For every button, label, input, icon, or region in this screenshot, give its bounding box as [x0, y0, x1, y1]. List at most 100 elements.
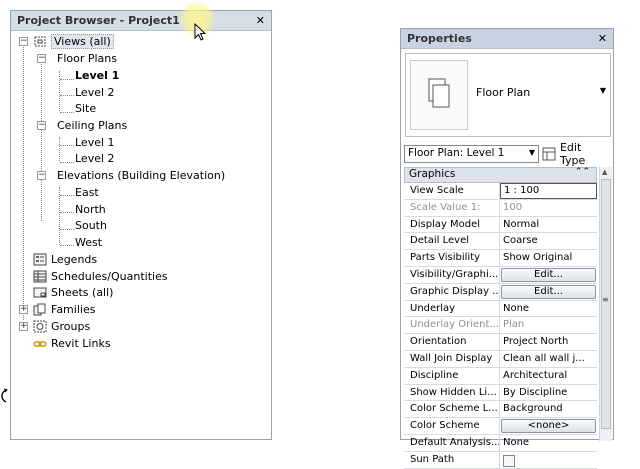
tree-label: Groups	[51, 319, 91, 333]
property-name: Display Model	[404, 216, 500, 233]
tree-item-ceiling-plans[interactable]: Ceiling Plans	[57, 117, 127, 133]
property-name: Graphic Display ...	[404, 283, 500, 300]
property-row[interactable]: View Scale 1 : 100	[404, 183, 597, 200]
tree-item-groups[interactable]: Groups	[33, 318, 90, 334]
visibility-graphics-edit-button[interactable]: Edit...	[501, 267, 596, 282]
property-row[interactable]: Parts Visibility Show Original	[404, 250, 597, 267]
tree-item-elevation-west[interactable]: West	[75, 234, 102, 250]
property-row[interactable]: Detail Level Coarse	[404, 233, 597, 251]
expand-icon[interactable]: +	[19, 305, 28, 314]
tree-item-ceiling-level-1[interactable]: Level 1	[75, 134, 115, 150]
property-value[interactable]: None	[500, 435, 597, 451]
close-icon[interactable]: ✕	[598, 32, 607, 45]
property-row[interactable]: Default Analysis... None	[404, 434, 597, 452]
property-value[interactable]: Show Original	[500, 250, 597, 266]
collapse-icon[interactable]: −	[37, 54, 46, 63]
property-value[interactable]: Project North	[500, 334, 597, 350]
tree-label: Site	[75, 101, 97, 115]
collapse-group-icon[interactable]: ⌃⌃	[575, 167, 590, 177]
property-row[interactable]: Discipline Architectural	[404, 367, 597, 385]
tree-connector	[60, 79, 74, 80]
families-icon	[33, 303, 46, 315]
property-name: Wall Join Display	[404, 350, 500, 367]
graphic-display-edit-button[interactable]: Edit...	[501, 284, 596, 299]
legends-icon	[33, 253, 47, 265]
tree-connector	[60, 245, 74, 246]
tree-connector	[59, 71, 60, 111]
group-header-graphics[interactable]: Graphics ⌃⌃	[404, 167, 597, 183]
tree-label: Level 2	[75, 151, 115, 165]
type-selector[interactable]: Floor Plan ▼	[405, 53, 611, 137]
instance-selector-dropdown[interactable]: Floor Plan: Level 1 ▼	[404, 145, 539, 163]
tree-item-floor-plan-level-1[interactable]: Level 1	[75, 67, 119, 83]
property-value: Edit...	[500, 267, 597, 283]
tree-item-views[interactable]: Views (all)	[33, 33, 114, 49]
instance-row: Floor Plan: Level 1 ▼ Edit Type	[404, 141, 610, 167]
collapse-icon[interactable]: −	[37, 171, 46, 180]
tree-item-legends[interactable]: Legends	[33, 251, 97, 267]
property-name: Discipline	[404, 367, 500, 384]
project-browser-panel: Project Browser - Project1 ✕ − Views (al…	[10, 2, 272, 440]
property-row: Underlay Orient... Plan	[404, 317, 597, 335]
close-icon[interactable]: ✕	[256, 14, 265, 27]
property-name: View Scale	[404, 183, 500, 199]
tree-item-schedules[interactable]: Schedules/Quantities	[33, 268, 168, 284]
property-row[interactable]: Color Scheme <none>	[404, 418, 597, 435]
property-row[interactable]: Underlay None	[404, 300, 597, 318]
collapse-icon[interactable]: −	[19, 37, 28, 46]
color-scheme-button[interactable]: <none>	[501, 419, 596, 433]
tree-connector	[60, 145, 74, 146]
tree-label: Schedules/Quantities	[51, 269, 168, 283]
property-value[interactable]: Clean all wall j...	[500, 351, 597, 367]
groups-icon	[33, 320, 47, 332]
tree-item-families[interactable]: Families	[33, 301, 95, 317]
view-scale-input[interactable]: 1 : 100	[500, 183, 597, 199]
type-name: Floor Plan	[476, 86, 531, 99]
tree-connector	[41, 62, 42, 221]
chevron-down-icon[interactable]: ▼	[600, 86, 606, 95]
tree-item-sheets[interactable]: Sheets (all)	[33, 284, 113, 300]
resize-cursor-icon	[1, 388, 8, 403]
properties-scrollbar[interactable]: ▲ ≡	[599, 167, 612, 441]
edit-type-button[interactable]: Edit Type	[542, 141, 610, 167]
property-value[interactable]: None	[500, 301, 597, 317]
property-row[interactable]: Orientation Project North	[404, 334, 597, 351]
property-value[interactable]: Architectural	[500, 368, 597, 384]
tree-item-elevations[interactable]: Elevations (Building Elevation)	[57, 167, 225, 183]
sun-path-checkbox[interactable]	[503, 454, 515, 467]
tree-label: Level 2	[75, 85, 115, 99]
tree-item-elevation-north[interactable]: North	[75, 201, 106, 217]
collapse-icon[interactable]: −	[37, 121, 46, 130]
tree-label: Revit Links	[51, 336, 111, 350]
tree-item-elevation-south[interactable]: South	[75, 217, 107, 233]
tree-item-floor-plan-site[interactable]: Site	[75, 100, 96, 116]
property-row[interactable]: Show Hidden Li... By Discipline	[404, 384, 597, 402]
tree-item-floor-plans[interactable]: Floor Plans	[57, 50, 117, 66]
scroll-up-icon[interactable]: ▲	[602, 168, 607, 176]
tree-item-floor-plan-level-2[interactable]: Level 2	[75, 84, 115, 100]
properties-titlebar[interactable]: Properties ✕	[401, 29, 613, 49]
schedule-icon	[33, 270, 47, 282]
property-row[interactable]: Graphic Display ... Edit...	[404, 283, 597, 301]
tree-label: Views (all)	[51, 33, 114, 49]
property-value[interactable]: Coarse	[500, 233, 597, 249]
tree-item-revit-links[interactable]: Revit Links	[33, 335, 111, 351]
property-value[interactable]: Normal	[500, 217, 597, 233]
tree-item-ceiling-level-2[interactable]: Level 2	[75, 150, 115, 166]
property-row[interactable]: Visibility/Graphi... Edit...	[404, 266, 597, 284]
property-row[interactable]: Sun Path	[404, 451, 597, 469]
property-row[interactable]: Color Scheme L... Background	[404, 401, 597, 419]
project-browser-titlebar[interactable]: Project Browser - Project1 ✕	[11, 2, 271, 41]
property-name: Orientation	[404, 334, 500, 350]
tree-connector	[60, 162, 74, 163]
property-row[interactable]: Wall Join Display Clean all wall j...	[404, 350, 597, 368]
expand-icon[interactable]: +	[19, 322, 28, 331]
property-value[interactable]: By Discipline	[500, 385, 597, 401]
property-value	[500, 452, 597, 468]
scrollbar-thumb[interactable]	[601, 179, 611, 429]
property-value[interactable]: 1 : 100	[500, 183, 597, 199]
property-name: Detail Level	[404, 233, 500, 250]
property-row[interactable]: Display Model Normal	[404, 216, 597, 234]
tree-item-elevation-east[interactable]: East	[75, 184, 99, 200]
property-value[interactable]: Background	[500, 401, 597, 417]
